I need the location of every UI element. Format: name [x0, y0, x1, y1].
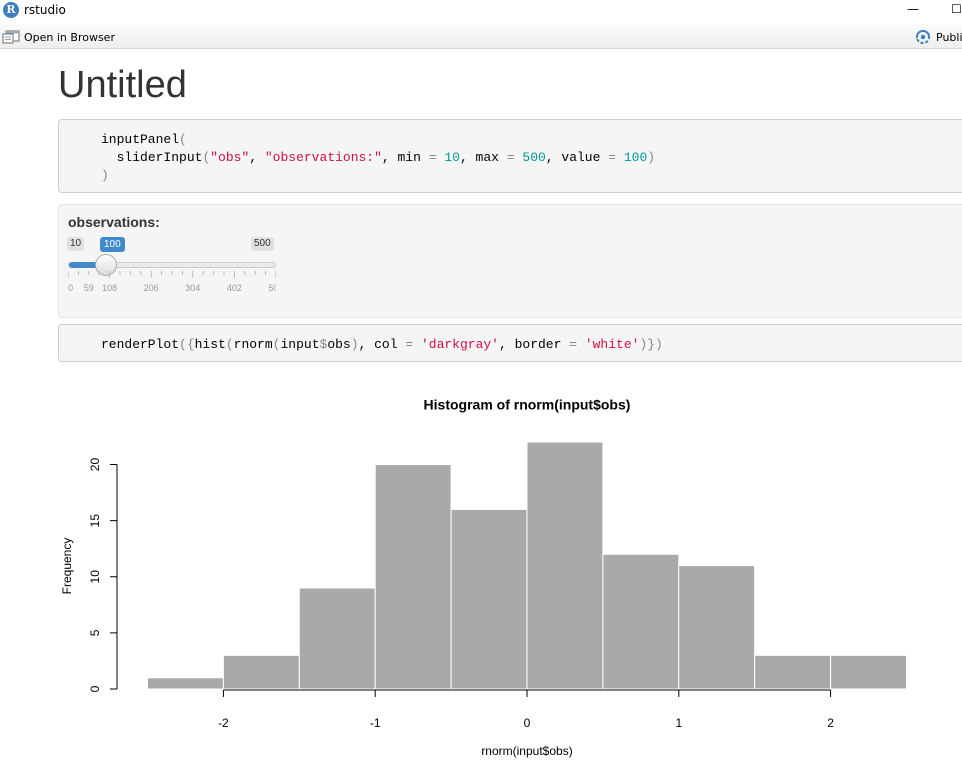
histogram-bar: [222, 654, 300, 690]
slider-grid-label: 304: [185, 283, 200, 293]
histogram-bar: [374, 464, 452, 690]
code-token: (: [225, 337, 234, 352]
input-panel: observations: 10 100 500 10 59 108 206 304 40…: [58, 204, 962, 318]
slider-max-label: 500: [251, 237, 274, 251]
y-tick-label: 10: [88, 570, 102, 584]
y-axis-label: Frequency: [60, 538, 74, 595]
code-token: hist: [194, 337, 226, 352]
code-token: renderPlot: [101, 337, 180, 352]
publish-button[interactable]: Publi: [915, 28, 962, 46]
code-token: , max: [459, 150, 507, 165]
code-token: =: [405, 337, 414, 352]
code-token: ): [647, 150, 656, 165]
histogram-bar: [147, 677, 224, 690]
slider-grid-label: 206: [144, 283, 159, 293]
y-tick-label: 15: [88, 514, 102, 528]
slider-grid-label: 10: [68, 283, 73, 293]
code-token: ): [350, 337, 359, 352]
code-token: ({: [179, 337, 195, 352]
browser-window-icon: [2, 30, 20, 44]
open-in-browser-button[interactable]: Open in Browser: [2, 28, 115, 46]
histogram-bar: [830, 654, 907, 690]
code-token: =: [506, 150, 515, 165]
chart-title: Histogram of rnorm(input$obs): [424, 397, 631, 413]
histogram-bar: [754, 654, 832, 690]
code-token: =: [608, 150, 617, 165]
code-line: inputPanel(: [101, 131, 962, 149]
code-token: 'white': [584, 337, 640, 352]
viewer-toolbar: Open in Browser Publi: [0, 24, 962, 49]
slider-grid-label: 500: [268, 283, 276, 293]
histogram-bar: [602, 553, 680, 690]
code-token: 'darkgray': [420, 337, 499, 352]
code-token: sliderInput: [116, 150, 203, 165]
x-tick-label: 0: [524, 716, 531, 730]
code-token: , col: [358, 337, 406, 352]
document-title: Untitled: [58, 64, 187, 106]
x-axis-label: rnorm(input$obs): [481, 744, 572, 758]
minimize-button[interactable]: —: [907, 2, 925, 18]
y-tick-label: 0: [88, 685, 102, 692]
histogram-bar: [526, 441, 604, 690]
code-token: , border: [498, 337, 570, 352]
slider-grid-label: 59: [84, 283, 94, 293]
window-title: rstudio: [24, 3, 66, 17]
slider-value-label: 100: [100, 237, 125, 252]
slider-grid-label: 402: [227, 283, 242, 293]
code-token: obs: [327, 337, 351, 352]
histogram-bar: [450, 508, 528, 690]
slider-min-label: 10: [67, 237, 85, 251]
code-token: ): [101, 168, 109, 183]
code-token: (: [179, 132, 187, 147]
publish-label: Publi: [936, 30, 962, 44]
code-token: =: [569, 337, 578, 352]
x-tick-label: -1: [370, 716, 381, 730]
code-token: )}): [639, 337, 663, 352]
code-token: ,: [249, 150, 265, 165]
x-tick-label: -2: [218, 716, 229, 730]
x-tick-label: 1: [675, 716, 682, 730]
code-token: , min: [381, 150, 429, 165]
y-tick-label: 20: [88, 458, 102, 472]
code-token: 10: [444, 150, 460, 165]
y-tick-label: 5: [88, 629, 102, 636]
slider-grid-label: 108: [102, 283, 117, 293]
code-line: sliderInput("obs", "observations:", min …: [101, 149, 962, 167]
code-token: input: [280, 337, 320, 352]
x-tick-label: 2: [827, 716, 834, 730]
code-token: 500: [522, 150, 546, 165]
slider-grid: 10 59 108 206 304 402 500: [68, 271, 276, 293]
slider-label: observations:: [68, 214, 160, 230]
histogram-bar: [298, 587, 376, 690]
code-token: rnorm: [233, 337, 273, 352]
code-chunk-render-plot: renderPlot({hist(rnorm(input$obs), col =…: [58, 324, 962, 362]
histogram-bar: [678, 565, 756, 690]
code-token: 100: [623, 150, 648, 165]
rstudio-logo-icon: R: [3, 2, 19, 18]
code-line: renderPlot({hist(rnorm(input$obs), col =…: [101, 336, 962, 354]
maximize-button[interactable]: ☐: [951, 2, 962, 18]
code-line: ): [101, 167, 962, 185]
code-token: "obs": [210, 150, 250, 165]
code-token: inputPanel: [101, 132, 180, 147]
window-titlebar: R rstudio — ☐: [0, 0, 962, 20]
histogram-plot: Histogram of rnorm(input$obs) -2 -1 0 1 2 rnor…: [60, 397, 907, 758]
code-token: , value: [545, 150, 609, 165]
code-chunk-input-panel: inputPanel( sliderInput("obs", "observat…: [58, 119, 962, 193]
publish-icon: [915, 30, 931, 44]
open-in-browser-label: Open in Browser: [24, 30, 115, 44]
code-token: "observations:": [264, 150, 382, 165]
code-token: =: [428, 150, 437, 165]
